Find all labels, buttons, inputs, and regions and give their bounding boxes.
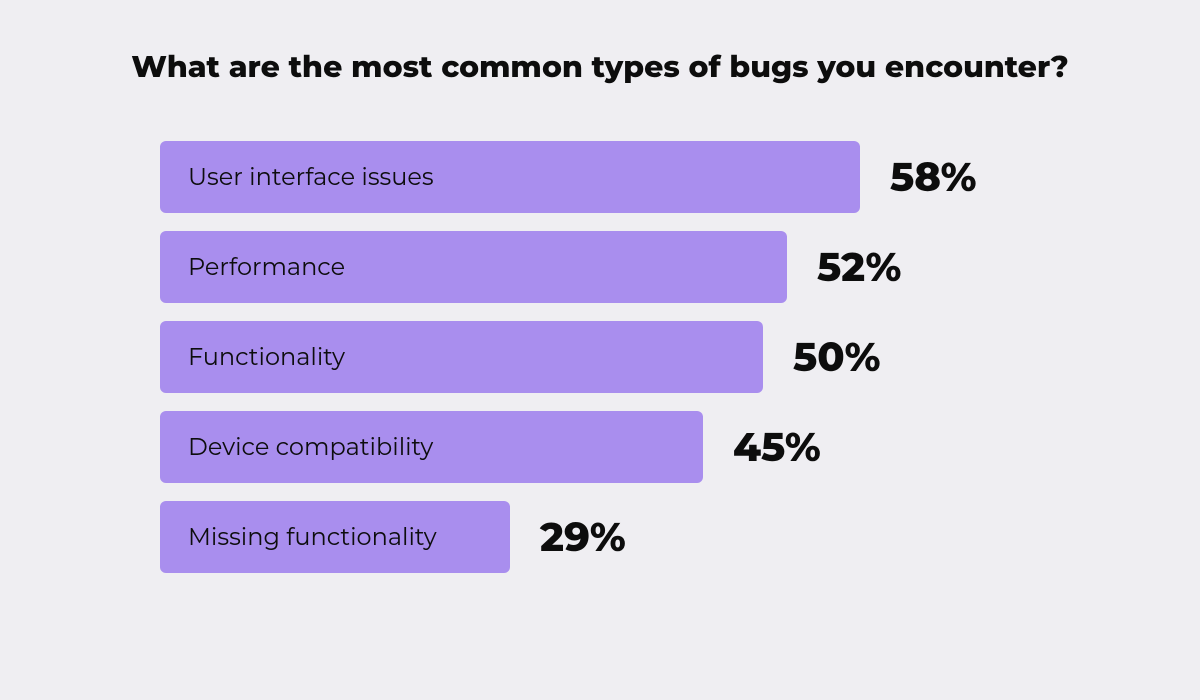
bar-value-label: 58% <box>890 153 977 202</box>
bar-row: Missing functionality 29% <box>160 501 1100 573</box>
bar-value-label: 29% <box>540 513 626 562</box>
bar-value-label: 52% <box>817 243 901 292</box>
bar: Functionality <box>160 321 763 393</box>
chart-title: What are the most common types of bugs y… <box>0 48 1200 85</box>
bar-value-label: 45% <box>733 423 821 472</box>
bar: User interface issues <box>160 141 860 213</box>
bar-row: User interface issues 58% <box>160 141 1100 213</box>
bar-value-label: 50% <box>793 333 881 382</box>
bar-row: Performance 52% <box>160 231 1100 303</box>
bar: Performance <box>160 231 787 303</box>
bar-row: Functionality 50% <box>160 321 1100 393</box>
bar: Device compatibility <box>160 411 703 483</box>
bar-chart: User interface issues 58% Performance 52… <box>0 141 1200 573</box>
bar-row: Device compatibility 45% <box>160 411 1100 483</box>
bar: Missing functionality <box>160 501 510 573</box>
